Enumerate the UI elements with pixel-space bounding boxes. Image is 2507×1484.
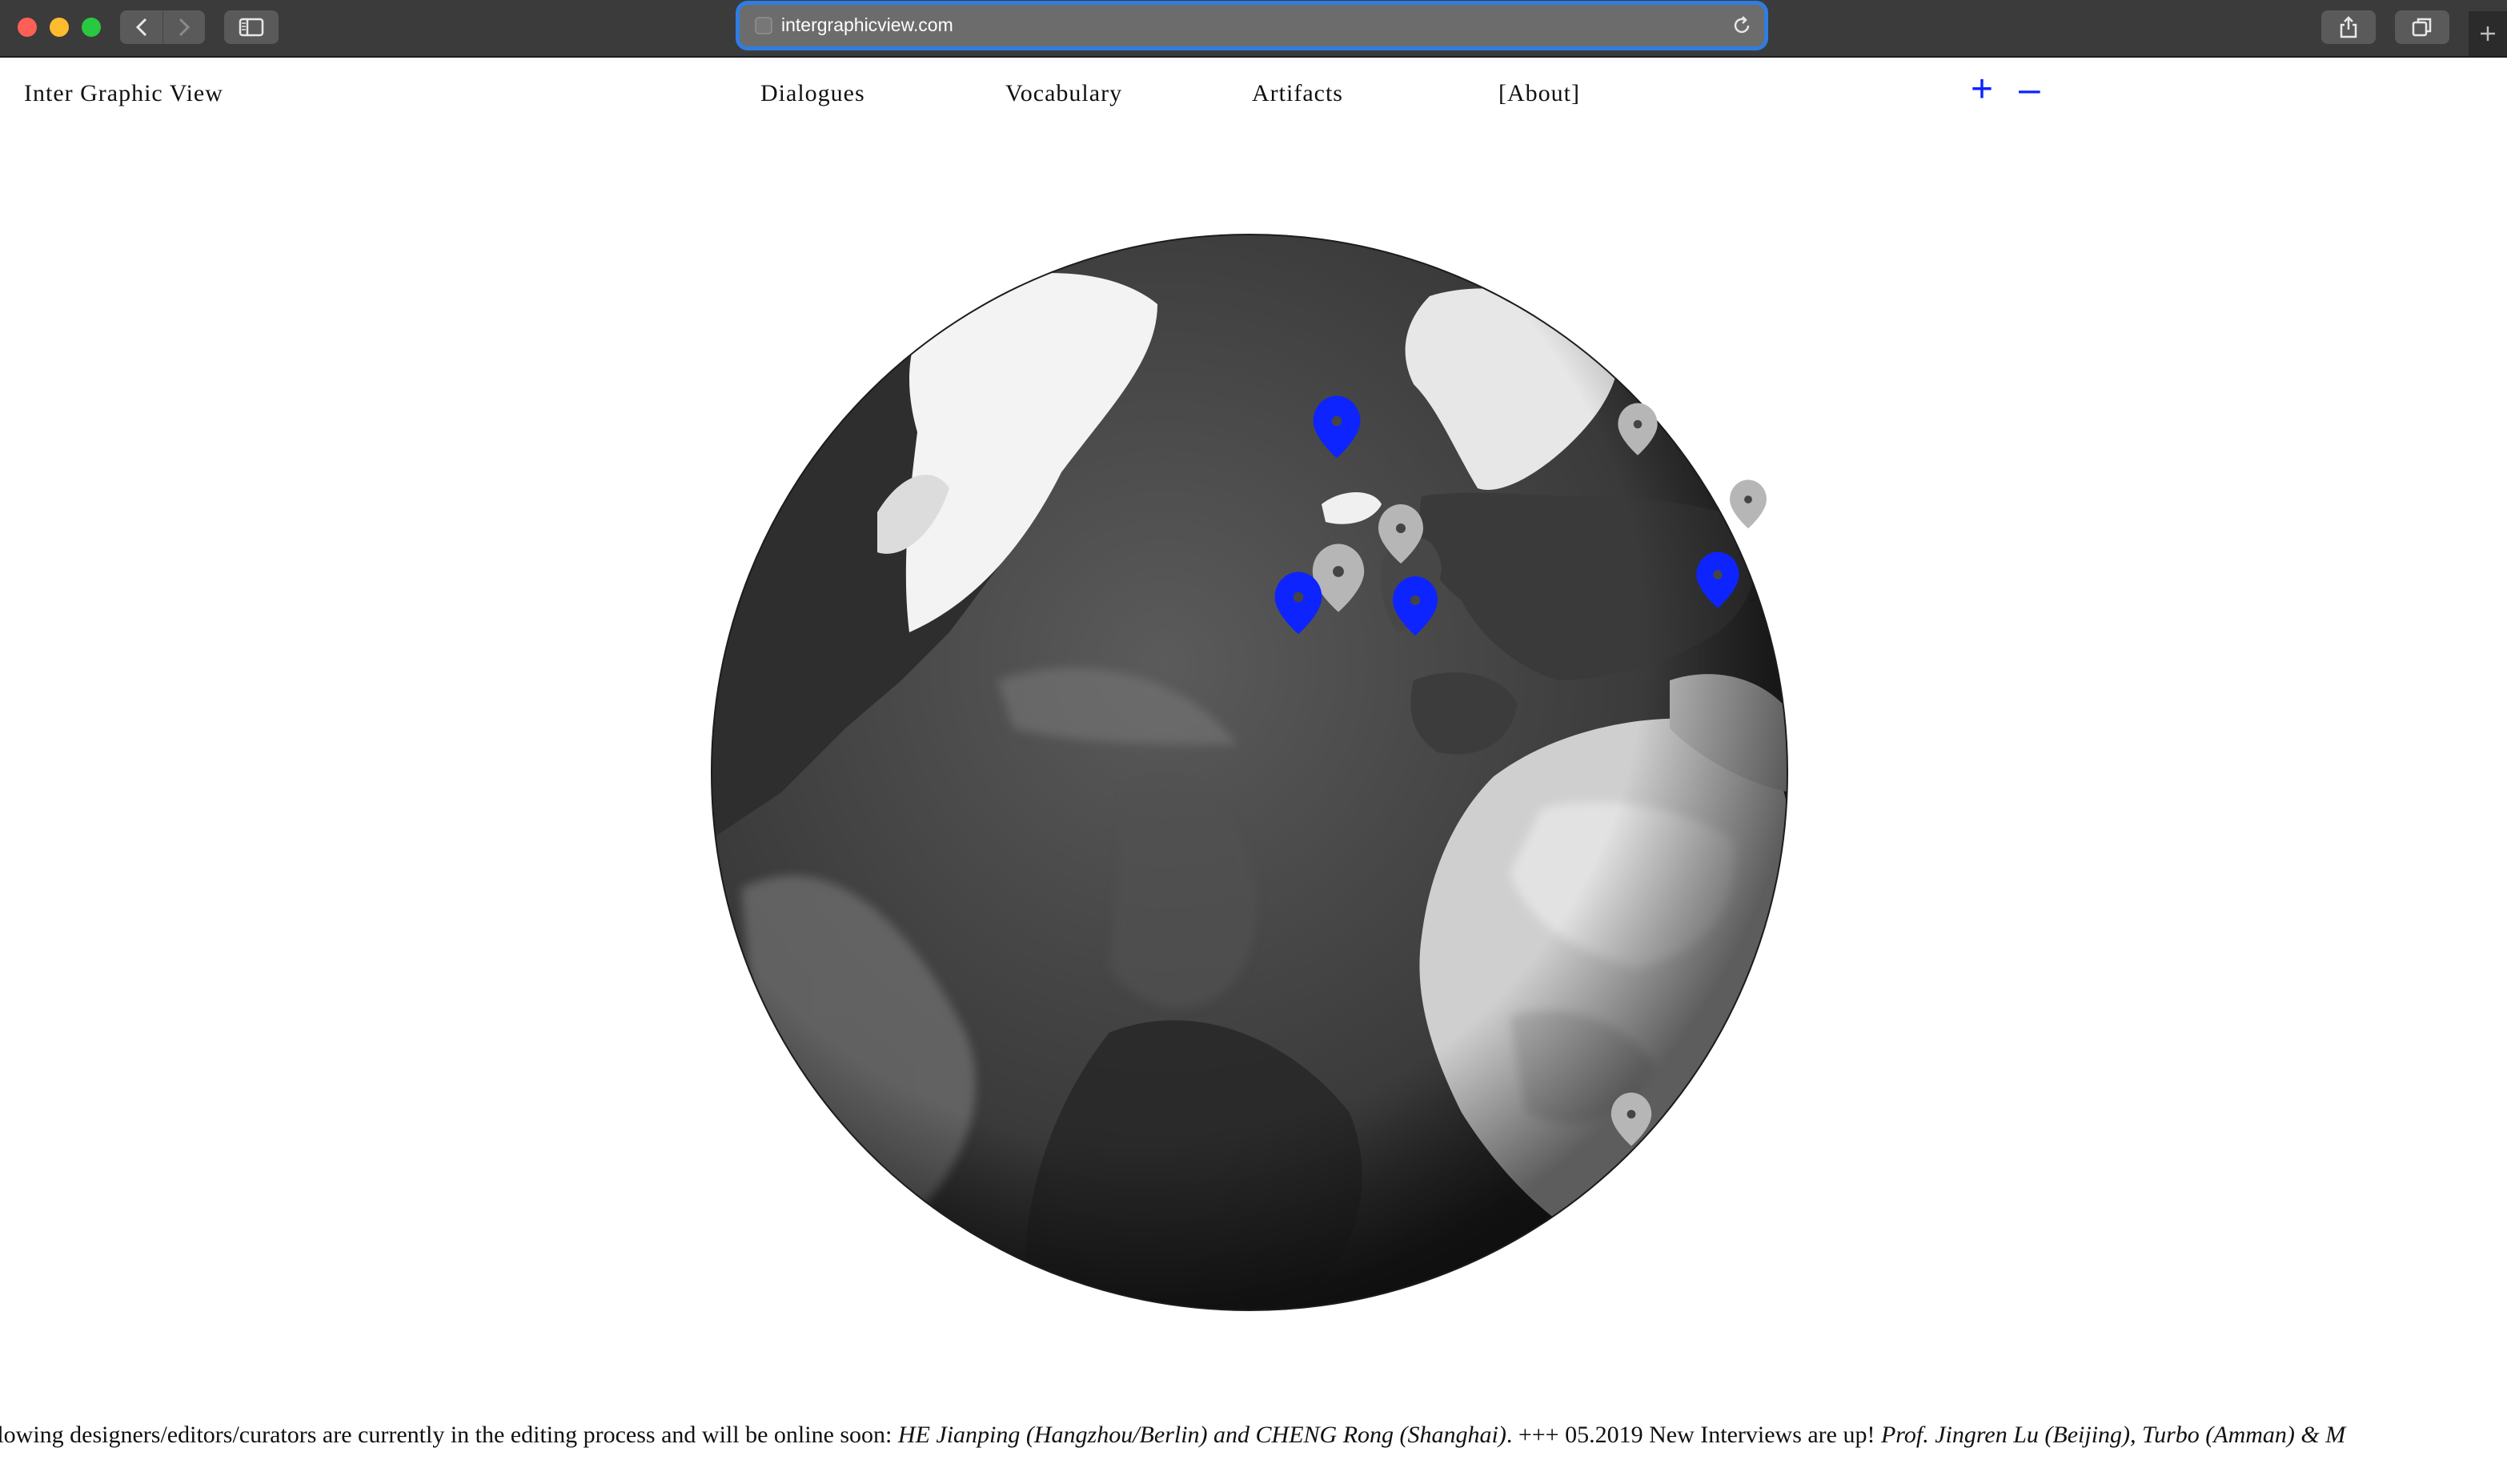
- chevron-left-icon: [135, 18, 146, 37]
- sidebar-icon: [239, 18, 264, 37]
- reload-icon[interactable]: [1731, 14, 1753, 37]
- globe-svg: [711, 234, 1788, 1311]
- share-icon: [2340, 16, 2357, 38]
- zoom-in-button[interactable]: +: [1971, 70, 1993, 109]
- plus-icon: [2481, 26, 2495, 41]
- browser-toolbar: intergraphicview.com: [0, 0, 2507, 58]
- minimize-window-button[interactable]: [50, 18, 69, 37]
- ticker-part-4: Prof. Jingren Lu (Beijing), Turbo (Amman…: [1880, 1422, 2346, 1448]
- map-marker[interactable]: [1730, 479, 1767, 529]
- ticker-text: llowing designers/editors/curators are c…: [0, 1422, 2345, 1449]
- close-window-button[interactable]: [18, 18, 37, 37]
- ticker-part-1: llowing designers/editors/curators are c…: [0, 1422, 898, 1448]
- new-tab-button[interactable]: [2469, 11, 2507, 56]
- globe-map[interactable]: [709, 232, 1790, 1313]
- nav-artifacts[interactable]: Artifacts: [1252, 80, 1343, 107]
- forward-button[interactable]: [162, 10, 205, 44]
- ticker-part-2: HE Jianping (Hangzhou/Berlin) and CHENG …: [897, 1422, 1506, 1448]
- url-text: intergraphicview.com: [781, 14, 953, 35]
- tab-overview-button[interactable]: [2395, 10, 2449, 44]
- nav-about[interactable]: [About]: [1498, 80, 1580, 107]
- share-button[interactable]: [2321, 10, 2376, 44]
- sidebar-toggle-button[interactable]: [224, 10, 279, 44]
- zoom-window-button[interactable]: [82, 18, 101, 37]
- site-title[interactable]: Inter Graphic View: [24, 80, 223, 107]
- back-button[interactable]: [120, 10, 163, 44]
- ticker-part-3: . +++ 05.2019 New Interviews are up!: [1506, 1422, 1881, 1448]
- nav-vocabulary[interactable]: Vocabulary: [1005, 80, 1122, 107]
- address-bar[interactable]: intergraphicview.com: [740, 5, 1764, 46]
- nav-dialogues[interactable]: Dialogues: [760, 80, 865, 107]
- history-nav-group: [120, 10, 205, 44]
- chevron-right-icon: [178, 18, 190, 37]
- tabs-icon: [2412, 18, 2432, 37]
- zoom-out-button[interactable]: –: [2019, 70, 2040, 109]
- news-ticker: llowing designers/editors/curators are c…: [0, 1422, 2507, 1457]
- site-icon: [755, 17, 772, 34]
